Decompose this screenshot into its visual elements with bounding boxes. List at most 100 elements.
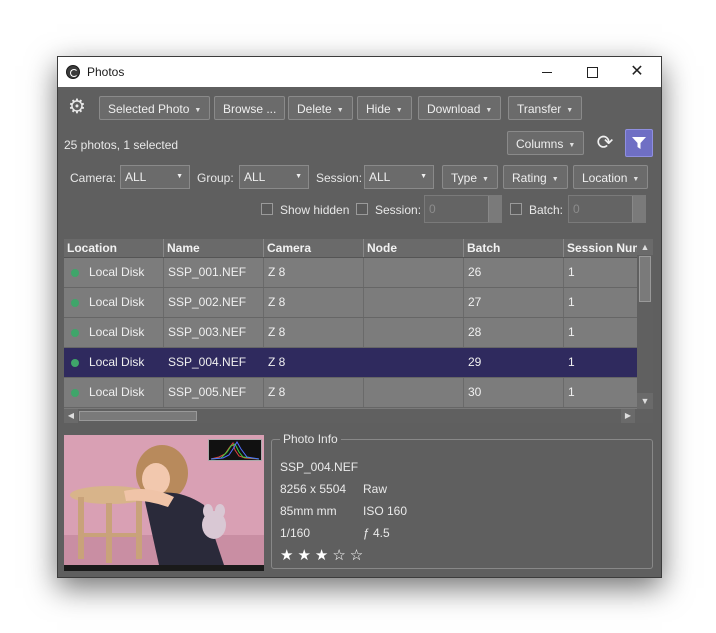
session-spin-label: Session: (375, 203, 422, 217)
cell-camera: Z 8 (264, 378, 364, 407)
cell-camera: Z 8 (264, 288, 364, 317)
delete-button[interactable]: Delete ▼ (288, 96, 353, 120)
cell-location: Local Disk (64, 318, 164, 347)
transfer-button[interactable]: Transfer ▼ (508, 96, 583, 120)
close-icon: ✕ (630, 63, 644, 80)
batch-label: Batch: (529, 203, 564, 217)
title-bar: Photos ✕ (58, 57, 661, 87)
cell-batch: 26 (464, 258, 564, 287)
cell-node (364, 258, 464, 287)
type-filter-button[interactable]: Type ▼ (442, 165, 498, 189)
photo-info-legend: Photo Info (280, 432, 341, 446)
status-dot-icon (71, 299, 79, 307)
camera-filter-value: ALL (125, 170, 147, 184)
cell-batch: 28 (464, 318, 564, 347)
horizontal-scroll-thumb[interactable] (79, 411, 197, 421)
cell-session: 1 (568, 265, 575, 279)
column-header-batch[interactable]: Batch (464, 239, 564, 257)
download-button[interactable]: Download ▼ (418, 96, 502, 120)
photos-table: Location Name Camera Node Batch Session … (64, 239, 653, 423)
cell-session: 1 (568, 325, 575, 339)
type-filter-label: Type (451, 171, 478, 185)
scroll-down-icon[interactable]: ▼ (637, 393, 653, 409)
session-spinbox[interactable]: 0 (424, 195, 502, 223)
cell-name: SSP_005.NEF (164, 378, 264, 407)
cell-node (364, 318, 464, 347)
location-text: Local Disk (89, 265, 145, 279)
close-button[interactable]: ✕ (614, 57, 660, 87)
table-row[interactable]: Local Disk SSP_005.NEF Z 8 30 1 (64, 378, 637, 408)
camera-filter-select[interactable]: ALL ▼ (120, 165, 190, 189)
cell-location: Local Disk (64, 378, 164, 407)
table-row[interactable]: Local Disk SSP_003.NEF Z 8 28 1 (64, 318, 637, 348)
spin-arrows-icon[interactable] (632, 196, 645, 222)
star-rating[interactable]: ★★★☆☆ (280, 546, 367, 564)
info-shutter: 1/160 (280, 526, 311, 540)
histogram-graph (210, 440, 260, 460)
cell-node (364, 378, 464, 407)
chevron-down-icon: ▼ (566, 107, 574, 114)
refresh-icon[interactable]: ⟳ (594, 132, 616, 154)
vertical-scrollbar[interactable]: ▲ ▼ (637, 239, 653, 409)
column-header-camera[interactable]: Camera (264, 239, 364, 257)
session-filter-select[interactable]: ALL ▼ (364, 165, 434, 189)
cell-node (364, 348, 464, 377)
settings-gear-icon[interactable]: ⚙ (68, 97, 88, 117)
info-filename: SSP_004.NEF (280, 460, 359, 474)
column-header-name[interactable]: Name (164, 239, 264, 257)
chevron-down-icon: ▼ (551, 176, 559, 183)
cell-location: Local Disk (64, 348, 164, 377)
chevron-down-icon: ▼ (336, 107, 344, 114)
rating-filter-button[interactable]: Rating ▼ (503, 165, 568, 189)
cell-camera: Z 8 (264, 348, 364, 377)
columns-label: Columns (516, 137, 564, 151)
spin-arrows-icon[interactable] (488, 196, 501, 222)
group-filter-select[interactable]: ALL ▼ (239, 165, 309, 189)
delete-label: Delete (297, 102, 332, 116)
cell-name: SSP_002.NEF (164, 288, 264, 317)
table-row[interactable]: Local Disk SSP_002.NEF Z 8 27 1 (64, 288, 637, 318)
location-filter-label: Location (582, 171, 628, 185)
column-header-location[interactable]: Location (64, 239, 164, 257)
filter-button[interactable] (625, 129, 653, 157)
selected-photo-button[interactable]: Selected Photo ▼ (99, 96, 211, 120)
table-row[interactable]: Local Disk SSP_001.NEF Z 8 26 1 (64, 258, 637, 288)
location-filter-button[interactable]: Location ▼ (573, 165, 649, 189)
minimize-button[interactable] (524, 57, 570, 87)
scroll-up-icon[interactable]: ▲ (637, 239, 653, 255)
session-checkbox[interactable] (356, 203, 368, 215)
batch-spin-value: 0 (573, 202, 580, 216)
cell-name: SSP_004.NEF (164, 348, 264, 377)
scroll-right-icon[interactable]: ▶ (621, 409, 635, 423)
columns-button[interactable]: Columns ▼ (507, 131, 585, 155)
column-header-node[interactable]: Node (364, 239, 464, 257)
show-hidden-checkbox[interactable] (261, 203, 273, 215)
chevron-down-icon: ▼ (194, 107, 202, 114)
batch-spinbox[interactable]: 0 (568, 195, 646, 223)
chevron-down-icon: ▼ (395, 107, 403, 114)
rating-filter-label: Rating (512, 171, 547, 185)
download-label: Download (427, 102, 481, 116)
browse-button[interactable]: Browse ... (214, 96, 286, 120)
session-filter-value: ALL (369, 170, 391, 184)
maximize-button[interactable] (569, 57, 615, 87)
maximize-icon (586, 67, 598, 79)
photo-preview (64, 435, 264, 571)
vertical-scroll-thumb[interactable] (639, 256, 651, 302)
cell-camera: Z 8 (264, 318, 364, 347)
table-row-selected[interactable]: Local Disk SSP_004.NEF Z 8 29 1 (64, 348, 637, 378)
cell-batch: 29 (464, 348, 564, 377)
scroll-left-icon[interactable]: ◀ (64, 409, 78, 423)
horizontal-scrollbar[interactable]: ◀ ▶ (64, 409, 653, 423)
session-filter-label: Session: (316, 171, 363, 185)
photo-count-status: 25 photos, 1 selected (64, 138, 179, 152)
hide-button[interactable]: Hide ▼ (357, 96, 412, 120)
column-header-session-num[interactable]: Session Num (564, 239, 637, 257)
histogram-icon (208, 439, 262, 461)
minimize-icon (542, 72, 552, 74)
batch-checkbox[interactable] (510, 203, 522, 215)
browse-label: Browse ... (223, 102, 277, 116)
show-hidden-label: Show hidden (280, 203, 350, 217)
cell-session: 1 (568, 385, 575, 399)
filter-icon (632, 137, 646, 149)
